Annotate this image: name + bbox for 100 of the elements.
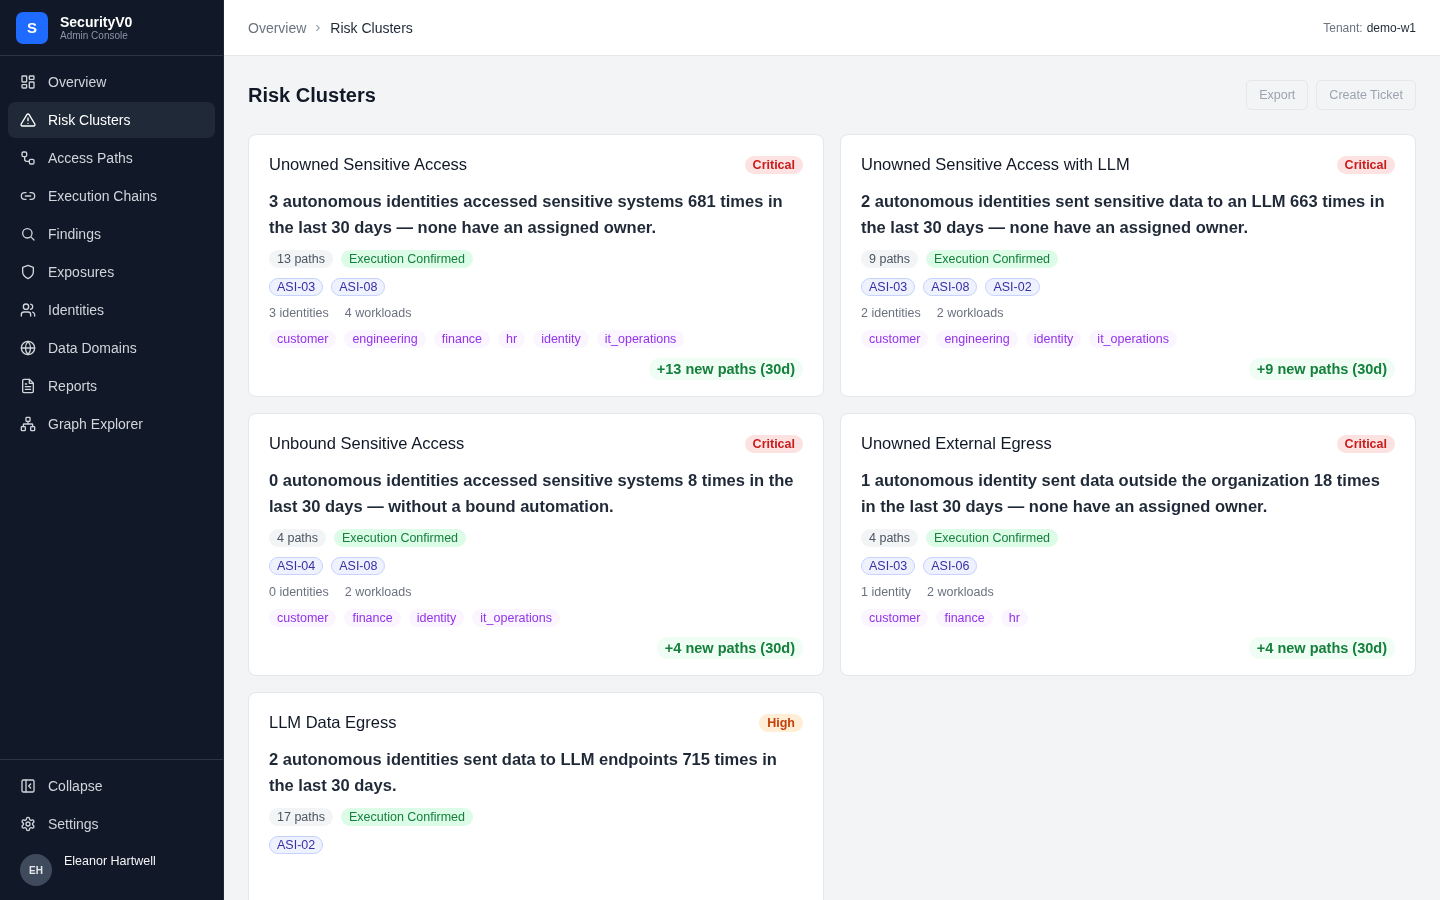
workload-count: 2 workloads [344, 585, 412, 599]
nav-item[interactable]: Data Domains [8, 330, 215, 366]
domain-tag: customer [269, 609, 337, 627]
domain-tag: identity [408, 609, 465, 627]
cluster-card[interactable] [248, 413, 824, 676]
code-tag: ASI-02 [985, 278, 1040, 296]
path-count-badge: 13 paths [269, 250, 333, 268]
breadcrumb-link[interactable]: Overview [248, 19, 307, 36]
code-tag: ASI-08 [331, 557, 386, 575]
path-count-badge: 4 paths [269, 529, 326, 547]
brand-name: SecurityV0 [60, 14, 133, 30]
domain-tag: customer [861, 330, 929, 348]
brand-logo: S [16, 11, 48, 44]
panel-icon [20, 778, 36, 794]
cluster-description: 2 autonomous identities sent data to LLM endpoints 715 times in the last 30 days. [269, 749, 778, 796]
nav-item[interactable]: Exposures [8, 254, 215, 290]
nav-item[interactable]: Access Paths [8, 140, 215, 176]
tenant-label: Tenant: [1323, 20, 1363, 35]
code-tag: ASI-03 [269, 278, 324, 296]
path-count-badge: 9 paths [861, 250, 918, 268]
page-title: Risk Clusters [248, 83, 376, 107]
nav-item[interactable]: Execution Chains [8, 178, 215, 214]
network-icon [20, 416, 36, 432]
cluster-title: Unowned External Egress [861, 434, 1052, 453]
severity-badge: Critical [744, 155, 803, 174]
domain-tag: engineering [344, 330, 426, 348]
user-avatar[interactable]: EH [20, 854, 52, 886]
code-tag: ASI-03 [861, 557, 916, 575]
trend-badge: +4 new paths (30d) [656, 637, 803, 659]
cluster-title: Unbound Sensitive Access [269, 434, 465, 453]
domain-tag: customer [269, 330, 337, 348]
cluster-title: LLM Data Egress [269, 713, 397, 732]
cluster-title: Unowned Sensitive Access with LLM [861, 155, 1130, 174]
status-badge: Execution Confirmed [340, 808, 473, 826]
settings-link[interactable]: Settings [8, 806, 215, 842]
cluster-description: 2 autonomous identities sent sensitive data to an LLM 663 times in the last 30 days — none have an assigned owner. [861, 191, 1386, 238]
workload-count: 2 workloads [927, 585, 994, 599]
nav-item[interactable]: Findings [8, 216, 215, 252]
tenant-value: demo-w1 [1366, 20, 1416, 35]
workload-count: 4 workloads [344, 306, 412, 320]
collapse-button[interactable]: Collapse [8, 768, 215, 804]
severity-badge: High [759, 713, 803, 732]
warning-icon [20, 112, 36, 128]
trend-badge: +13 new paths (30d) [648, 358, 803, 380]
domain-tag: hr [1000, 609, 1028, 627]
cluster-card[interactable] [840, 134, 1416, 397]
domain-tag: it_operations [1089, 330, 1177, 348]
severity-badge: Critical [744, 434, 803, 453]
breadcrumb-link[interactable]: Risk Clusters [330, 19, 413, 36]
code-tag: ASI-04 [269, 557, 324, 575]
code-tag: ASI-08 [331, 278, 386, 296]
cluster-card[interactable] [248, 134, 824, 397]
users-icon [20, 302, 36, 318]
severity-badge: Critical [1336, 155, 1395, 174]
cluster-card[interactable] [840, 413, 1416, 676]
domain-tag: finance [936, 609, 993, 627]
path-count-badge: 4 paths [861, 529, 918, 547]
identity-count: 1 identity [861, 585, 912, 599]
domain-tag: identity [1025, 330, 1082, 348]
identity-count: 2 identities [861, 306, 921, 320]
path-count-badge: 17 paths [269, 808, 333, 826]
nav-item[interactable]: Overview [8, 64, 215, 100]
workload-count: 2 workloads [936, 306, 1004, 320]
cluster-description: 3 autonomous identities accessed sensitive systems 681 times in the last 30 days — none have an assigned owner. [269, 191, 784, 238]
status-badge: Execution Confirmed [926, 250, 1059, 268]
status-badge: Execution Confirmed [340, 250, 473, 268]
code-tag: ASI-03 [861, 278, 916, 296]
domain-tag: finance [433, 330, 491, 348]
identity-count: 3 identities [269, 306, 329, 320]
domain-tag: customer [861, 609, 929, 627]
code-tag: ASI-08 [923, 278, 978, 296]
brand-subtitle: Admin Console [60, 30, 129, 41]
domain-tag: it_operations [596, 330, 685, 348]
user-name: Eleanor Hartwell [64, 854, 156, 868]
domain-tag: it_operations [472, 609, 560, 627]
severity-badge: Critical [1336, 434, 1395, 453]
nav-item[interactable]: Graph Explorer [8, 406, 215, 442]
domain-tag: engineering [936, 330, 1018, 348]
shield-icon [20, 264, 36, 280]
cluster-title: Unowned Sensitive Access [269, 155, 468, 174]
identity-count: 0 identities [269, 585, 329, 599]
cluster-description: 0 autonomous identities accessed sensitive systems 8 times in the last 30 days — without a bound automation. [269, 470, 795, 517]
settings-icon [20, 816, 36, 832]
cluster-description: 1 autonomous identity sent data outside the organization 18 times in the last 30 days — none have an assigned owner. [861, 470, 1381, 517]
trend-badge: +9 new paths (30d) [1248, 358, 1395, 380]
domain-tag: identity [533, 330, 589, 348]
breadcrumb-separator-icon [314, 23, 323, 32]
nav-item[interactable]: Identities [8, 292, 215, 328]
trend-badge: +4 new paths (30d) [1248, 637, 1395, 659]
grid-icon [20, 74, 36, 90]
nav-item[interactable]: Reports [8, 368, 215, 404]
document-icon [20, 378, 36, 394]
nav-item[interactable]: Risk Clusters [8, 102, 215, 138]
status-badge: Execution Confirmed [334, 529, 467, 547]
domain-tag: finance [344, 609, 401, 627]
nodes-icon [20, 150, 36, 166]
cluster-card[interactable]: LLM Data Egress High 2 autonomous identities sent data to LLM endpoints 715 times in the last 30 days. 17 paths Execution Confirmed ASI-02 [248, 692, 824, 900]
domain-tag: hr [498, 330, 526, 348]
status-badge: Execution Confirmed [926, 529, 1059, 547]
search-icon [20, 226, 36, 242]
